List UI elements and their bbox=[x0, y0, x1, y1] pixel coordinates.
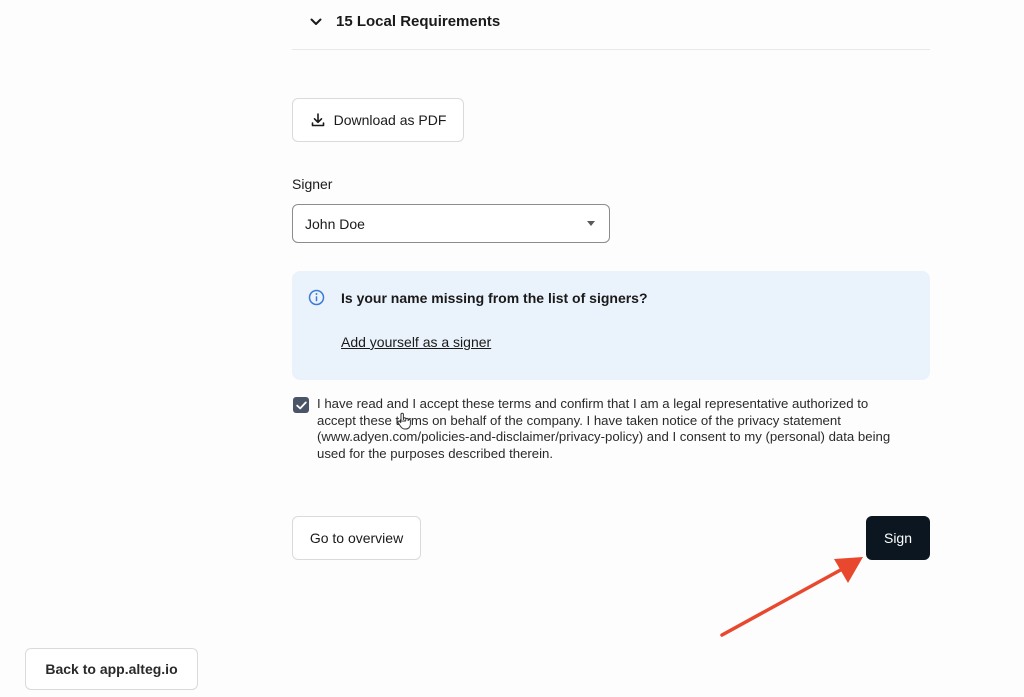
signer-select[interactable]: John Doe bbox=[292, 204, 610, 243]
signer-select-value: John Doe bbox=[305, 215, 365, 232]
download-pdf-button[interactable]: Download as PDF bbox=[292, 98, 464, 142]
section-title: 15 Local Requirements bbox=[336, 13, 501, 30]
checkmark-icon bbox=[295, 401, 307, 409]
back-to-app-button[interactable]: Back to app.alteg.io bbox=[25, 648, 198, 690]
section-header-local-requirements[interactable]: 15 Local Requirements bbox=[292, 0, 930, 50]
chevron-down-icon[interactable] bbox=[308, 14, 324, 30]
go-to-overview-button[interactable]: Go to overview bbox=[292, 516, 421, 560]
signer-label: Signer bbox=[292, 176, 333, 192]
hand-cursor-icon bbox=[396, 412, 412, 430]
add-signer-link[interactable]: Add yourself as a signer bbox=[341, 334, 491, 350]
sign-button[interactable]: Sign bbox=[866, 516, 930, 560]
download-icon bbox=[310, 112, 326, 128]
terms-checkbox[interactable] bbox=[293, 397, 309, 413]
missing-signer-notice: Is your name missing from the list of si… bbox=[292, 271, 930, 380]
caret-down-icon bbox=[587, 220, 595, 226]
notice-title: Is your name missing from the list of si… bbox=[341, 290, 648, 306]
download-pdf-label: Download as PDF bbox=[333, 112, 447, 128]
info-icon bbox=[308, 289, 325, 306]
